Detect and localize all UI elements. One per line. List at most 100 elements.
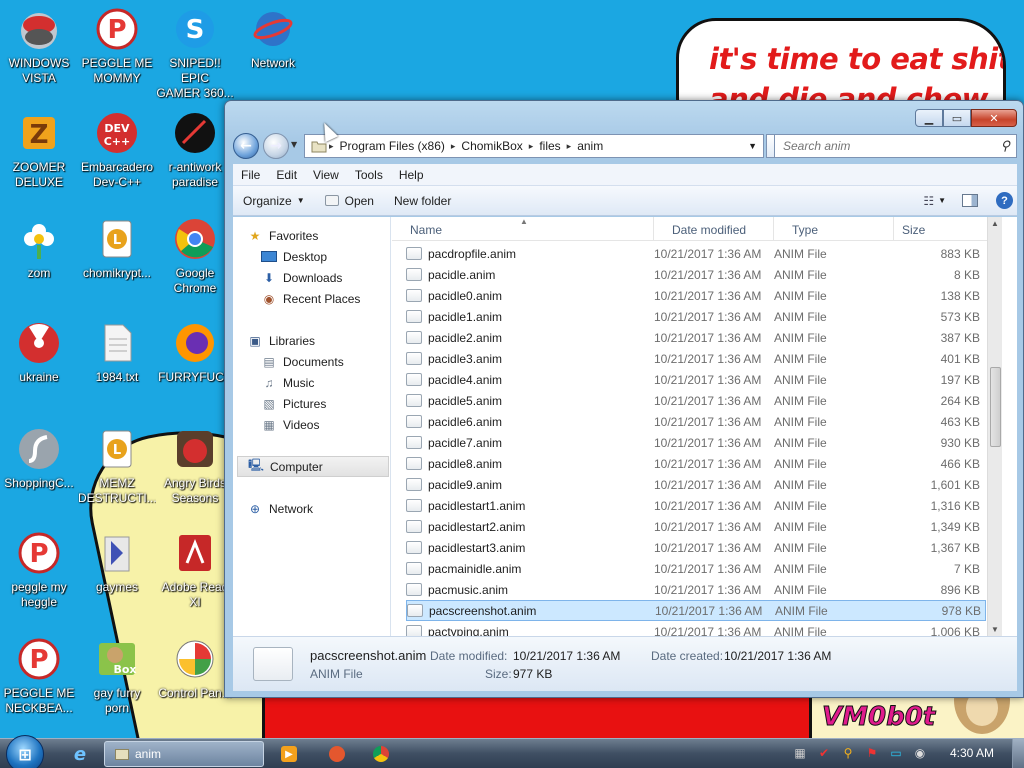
desktop-icon[interactable]: FURRYFUCK: [156, 320, 234, 385]
desktop-icon[interactable]: S SNIPED!! EPIC GAMER 360...: [156, 6, 234, 101]
desktop-icon[interactable]: Network: [234, 6, 312, 71]
column-header-size[interactable]: Size: [894, 217, 987, 241]
breadcrumb-item[interactable]: ChomikBox: [455, 139, 528, 153]
organize-button[interactable]: Organize ▼: [233, 194, 315, 208]
search-input[interactable]: [783, 139, 983, 153]
desktop-icon[interactable]: ukraine: [0, 320, 78, 385]
file-row[interactable]: pacidle1.anim 10/21/2017 1:36 AM ANIM File…: [406, 306, 986, 327]
chevron-down-icon[interactable]: ▼: [938, 196, 962, 205]
desktop-icon[interactable]: Lchomikrypt...: [78, 216, 156, 281]
desktop-icon[interactable]: Box gay furry porn: [78, 636, 156, 716]
breadcrumb-item[interactable]: files: [533, 139, 566, 153]
column-header-name[interactable]: Name ▲: [392, 217, 654, 241]
search-icon[interactable]: ⚲: [1000, 138, 1010, 154]
peggle-icon: P: [94, 6, 140, 52]
desktop-icon[interactable]: DEV C++ Embarcadero Dev-C++: [78, 110, 156, 190]
menu-file[interactable]: File: [233, 168, 268, 182]
recent-pages-dropdown-icon[interactable]: ▼: [291, 140, 297, 149]
minimize-button[interactable]: ▁: [915, 109, 943, 127]
taskbar-explorer-window[interactable]: anim: [104, 741, 264, 767]
file-row[interactable]: pacidle9.anim 10/21/2017 1:36 AM ANIM File…: [406, 474, 986, 495]
desktop-icon[interactable]: Adobe Read XI: [156, 530, 234, 610]
maximize-button[interactable]: ▭: [943, 109, 971, 127]
menu-view[interactable]: View: [305, 168, 347, 182]
tray-display-icon[interactable]: ▭: [886, 744, 906, 762]
desktop-icon[interactable]: P PEGGLE ME MOMMY: [78, 6, 156, 86]
media-player-taskbar-button[interactable]: ▶: [272, 741, 306, 767]
nav-network[interactable]: ⊕ Network: [247, 498, 403, 519]
file-row[interactable]: pacmusic.anim 10/21/2017 1:36 AM ANIM File…: [406, 579, 986, 600]
view-options-icon[interactable]: ☷: [919, 194, 938, 208]
file-row[interactable]: pacmainidle.anim 10/21/2017 1:36 AM ANIM F…: [406, 558, 986, 579]
vertical-scrollbar[interactable]: ▲ ▼: [987, 217, 1002, 636]
file-row[interactable]: pacidle0.anim 10/21/2017 1:36 AM ANIM File…: [406, 285, 986, 306]
desktop-icon[interactable]: gaymes: [78, 530, 156, 595]
start-button[interactable]: ⊞: [6, 735, 44, 768]
desktop-icon-label: zom: [27, 266, 51, 280]
column-header-date[interactable]: Date modified: [654, 217, 774, 241]
menu-tools[interactable]: Tools: [347, 168, 391, 182]
breadcrumb-item[interactable]: Program Files (x86): [334, 139, 451, 153]
address-bar[interactable]: ▸ Program Files (x86) ▸ ChomikBox ▸ file…: [304, 134, 764, 158]
desktop-icon[interactable]: P PEGGLE ME NECKBEA...: [0, 636, 78, 716]
file-row[interactable]: pacidlestart3.anim 10/21/2017 1:36 AM ANIM…: [406, 537, 986, 558]
game-taskbar-button[interactable]: [320, 741, 354, 767]
desktop-icon[interactable]: Z ZOOMER DELUXE: [0, 110, 78, 190]
desktop-icon[interactable]: ShoppingC...: [0, 426, 78, 491]
close-button[interactable]: ✕: [971, 109, 1017, 127]
breadcrumb-item[interactable]: anim: [571, 139, 609, 153]
desktop-icon[interactable]: L MEMZ DESTRUCTI...: [78, 426, 156, 506]
desktop-icon[interactable]: Ppeggle my heggle: [0, 530, 78, 610]
tray-search-icon[interactable]: ⚲: [838, 744, 858, 762]
file-row[interactable]: pacidle6.anim 10/21/2017 1:36 AM ANIM File…: [406, 411, 986, 432]
show-desktop-button[interactable]: [1012, 739, 1024, 768]
taskbar-clock[interactable]: 4:30 AM: [950, 746, 994, 760]
scroll-down-icon[interactable]: ▼: [991, 625, 999, 634]
back-button[interactable]: ←: [233, 133, 259, 159]
search-box[interactable]: ⚲: [774, 134, 1017, 158]
column-header-type[interactable]: Type: [774, 217, 894, 241]
desktop-icon[interactable]: WINDOWS VISTA: [0, 6, 78, 86]
preview-pane-icon[interactable]: [962, 194, 978, 207]
file-row[interactable]: pacidle2.anim 10/21/2017 1:36 AM ANIM File…: [406, 327, 986, 348]
chrome-taskbar-button[interactable]: [364, 741, 398, 767]
nav-libraries[interactable]: ▣ Libraries: [247, 330, 403, 351]
open-button[interactable]: Open: [315, 194, 384, 208]
file-row[interactable]: pacidle3.anim 10/21/2017 1:36 AM ANIM File…: [406, 348, 986, 369]
scroll-thumb[interactable]: [990, 367, 1001, 447]
tray-app-icon[interactable]: ▦: [790, 744, 810, 762]
desktop-icon[interactable]: Control Pan...: [156, 636, 234, 701]
file-row[interactable]: pactyping.anim 10/21/2017 1:36 AM ANIM Fil…: [406, 621, 986, 636]
help-icon[interactable]: ?: [996, 192, 1013, 209]
scroll-up-icon[interactable]: ▲: [991, 219, 999, 228]
desktop-icon[interactable]: zom: [0, 216, 78, 281]
file-row[interactable]: pacidlestart2.anim 10/21/2017 1:36 AM ANIM…: [406, 516, 986, 537]
nav-computer[interactable]: 🖳 Computer: [237, 456, 389, 477]
file-name: pacidle5.anim: [428, 393, 503, 408]
tray-flag-icon[interactable]: ⚑: [862, 744, 882, 762]
address-dropdown-icon[interactable]: ▼: [742, 141, 763, 151]
forward-button[interactable]: →: [263, 133, 289, 159]
desktop-icon[interactable]: Google Chrome: [156, 216, 234, 296]
menu-edit[interactable]: Edit: [268, 168, 305, 182]
desktop-icon[interactable]: 1984.txt: [78, 320, 156, 385]
file-row[interactable]: pacscreenshot.anim 10/21/2017 1:36 AM ANIM…: [406, 600, 986, 621]
nav-favorites[interactable]: ★ Favorites: [247, 225, 403, 246]
explorer-window[interactable]: ▁ ▭ ✕ ← → ▼ ▸ Program Files (x86) ▸ Chom…: [224, 100, 1024, 698]
tray-check-icon[interactable]: ✔: [814, 744, 834, 762]
file-row[interactable]: pacidle8.anim 10/21/2017 1:36 AM ANIM File…: [406, 453, 986, 474]
file-row[interactable]: pacdropfile.anim 10/21/2017 1:36 AM ANIM F…: [406, 243, 986, 264]
internet-explorer-taskbar-button[interactable]: e: [62, 741, 98, 767]
desktop-icon[interactable]: r-antiwork paradise: [156, 110, 234, 190]
taskbar-task-label: anim: [135, 747, 162, 761]
file-row[interactable]: pacidle.anim 10/21/2017 1:36 AM ANIM File 8…: [406, 264, 986, 285]
desktop-icon[interactable]: Angry Birds Seasons: [156, 426, 234, 506]
file-row[interactable]: pacidlestart1.anim 10/21/2017 1:36 AM ANIM…: [406, 495, 986, 516]
file-row[interactable]: pacidle7.anim 10/21/2017 1:36 AM ANIM File…: [406, 432, 986, 453]
control-panel-icon: [172, 636, 218, 682]
tray-volume-icon[interactable]: ◉: [910, 744, 930, 762]
file-row[interactable]: pacidle5.anim 10/21/2017 1:36 AM ANIM File…: [406, 390, 986, 411]
new-folder-button[interactable]: New folder: [384, 194, 461, 208]
file-row[interactable]: pacidle4.anim 10/21/2017 1:36 AM ANIM File…: [406, 369, 986, 390]
menu-help[interactable]: Help: [391, 168, 432, 182]
